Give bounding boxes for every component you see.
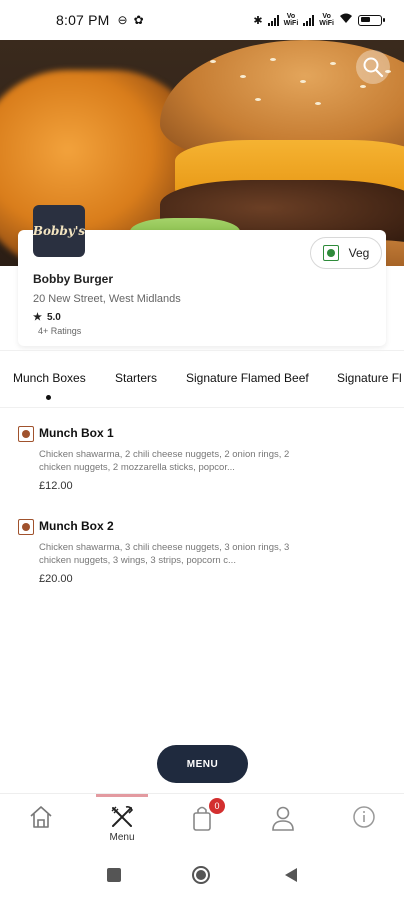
tab-signature-fl[interactable]: Signature Fl xyxy=(337,371,402,385)
restaurant-logo: Bobby's xyxy=(33,205,85,257)
item-description: Chicken shawarma, 3 chili cheese nuggets… xyxy=(39,542,290,566)
item-price: £20.00 xyxy=(39,573,73,585)
restaurant-name: Bobby Burger xyxy=(33,272,114,286)
nonveg-icon xyxy=(18,519,34,535)
star-icon: ★ xyxy=(33,312,42,323)
bottom-nav: Menu 0 xyxy=(0,793,404,849)
bluetooth-icon: ✱ xyxy=(253,14,263,27)
paw-icon: ✿ xyxy=(133,13,144,27)
nav-home[interactable] xyxy=(16,804,66,830)
vowifi-icon-2: Vo WiFi xyxy=(319,13,334,27)
nav-menu[interactable]: Menu xyxy=(97,804,147,843)
status-time: 8:07 PM xyxy=(56,12,110,28)
rating: ★ 5.0 xyxy=(33,312,61,323)
tab-signature-flamed-beef[interactable]: Signature Flamed Beef xyxy=(186,371,309,385)
tab-starters[interactable]: Starters xyxy=(115,371,157,385)
menu-item[interactable]: Munch Box 2 Chicken shawarma, 3 chili ch… xyxy=(18,517,388,587)
item-price: £12.00 xyxy=(39,480,73,492)
app-screen: 8:07 PM ⊖ ✿ ✱ Vo WiFi Vo WiFi Bobby's Ve… xyxy=(0,0,404,900)
menu-item[interactable]: Munch Box 1 Chicken shawarma, 2 chili ch… xyxy=(18,424,388,494)
wifi-icon xyxy=(339,13,353,27)
cart-count-badge: 0 xyxy=(209,798,225,814)
home-icon xyxy=(30,806,52,828)
status-notification-icons: ⊖ ✿ xyxy=(118,13,144,27)
item-name: Munch Box 1 xyxy=(39,426,114,440)
profile-icon xyxy=(272,806,294,831)
rating-value: 5.0 xyxy=(46,312,61,323)
circle-icon xyxy=(192,866,210,884)
menu-button[interactable]: MENU xyxy=(157,745,248,783)
nav-menu-label: Menu xyxy=(109,832,135,843)
back-button[interactable] xyxy=(283,867,299,888)
item-description: Chicken shawarma, 2 chili cheese nuggets… xyxy=(39,449,290,473)
back-triangle-icon xyxy=(285,868,297,882)
nonveg-icon xyxy=(18,426,34,442)
nav-cart[interactable]: 0 xyxy=(177,798,227,832)
category-tabs: Munch Boxes Starters Signature Flamed Be… xyxy=(0,350,404,408)
logo-text: Bobby's xyxy=(32,224,86,238)
home-system-button[interactable] xyxy=(191,865,211,890)
status-right-icons: ✱ Vo WiFi Vo WiFi xyxy=(253,13,385,27)
tab-munch-boxes[interactable]: Munch Boxes xyxy=(13,371,86,385)
search-button[interactable] xyxy=(356,50,390,84)
square-icon xyxy=(107,868,121,882)
rating-count: 4+ Ratings xyxy=(38,326,82,336)
veg-filter-label: Veg xyxy=(348,246,370,260)
signal-icon-2 xyxy=(303,14,315,26)
nav-active-indicator xyxy=(96,794,148,797)
veg-filter-toggle[interactable]: Veg xyxy=(310,237,382,269)
signal-icon xyxy=(267,14,279,26)
restaurant-address: 20 New Street, West Midlands xyxy=(33,293,181,305)
info-icon xyxy=(353,806,375,828)
nav-profile[interactable] xyxy=(258,804,308,832)
fork-knife-icon xyxy=(111,806,133,827)
status-bar: 8:07 PM ⊖ ✿ ✱ Vo WiFi Vo WiFi xyxy=(0,0,404,40)
veg-icon xyxy=(322,245,339,261)
battery-icon xyxy=(358,14,385,26)
item-name: Munch Box 2 xyxy=(39,519,114,533)
recents-button[interactable] xyxy=(106,867,122,888)
nav-info[interactable] xyxy=(339,804,389,830)
vpn-icon: ⊖ xyxy=(117,13,128,27)
active-tab-indicator xyxy=(46,395,51,400)
vowifi-icon: Vo WiFi xyxy=(283,13,299,27)
search-icon xyxy=(363,57,384,78)
